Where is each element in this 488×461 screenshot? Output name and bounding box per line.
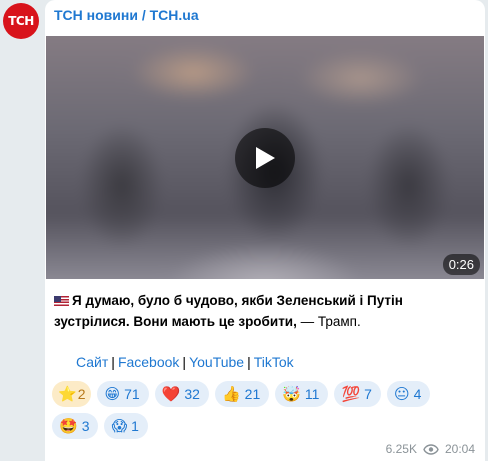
- thumbs-up-icon: 👍: [221, 385, 241, 403]
- thumbs-up-reaction[interactable]: 👍 21: [214, 381, 270, 407]
- channel-avatar[interactable]: ТСН: [3, 3, 39, 39]
- message-bubble: ТСН новини / TCH.ua 0:26 Я думаю, було б…: [45, 0, 485, 461]
- video-preview[interactable]: 0:26: [46, 36, 484, 279]
- star-reaction[interactable]: ⭐ 2: [52, 381, 92, 407]
- eye-icon: [423, 443, 439, 455]
- message-time: 20:04: [444, 442, 475, 456]
- star-icon: ⭐: [58, 385, 77, 403]
- star-struck-reaction[interactable]: 🤩 3: [52, 413, 99, 439]
- channel-name[interactable]: ТСН новини / TCH.ua: [54, 7, 199, 23]
- heart-reaction[interactable]: ❤️ 32: [154, 381, 209, 407]
- grin-icon: 😁: [104, 385, 121, 403]
- message-meta: 6.25K 20:04: [386, 442, 475, 456]
- star-struck-icon: 🤩: [59, 417, 78, 435]
- scream-reaction[interactable]: 😱 1: [104, 413, 148, 439]
- reaction-count: 2: [77, 386, 86, 402]
- link-separator: |: [111, 354, 115, 370]
- play-icon: [256, 147, 275, 169]
- mind-blown-reaction[interactable]: 🤯 11: [275, 381, 329, 407]
- mind-blown-icon: 🤯: [282, 385, 301, 403]
- hundred-reaction[interactable]: 💯 7: [334, 381, 381, 407]
- reaction-count: 1: [131, 418, 139, 434]
- reaction-count: 21: [244, 386, 261, 402]
- video-duration: 0:26: [442, 254, 480, 275]
- us-flag-icon: [54, 296, 69, 306]
- scream-icon: 😱: [111, 417, 128, 435]
- post-text: Я думаю, було б чудово, якби Зеленський …: [54, 290, 482, 332]
- reaction-count: 3: [81, 418, 90, 434]
- reaction-count: 32: [184, 386, 200, 402]
- reaction-count: 4: [413, 386, 422, 402]
- link-youtube[interactable]: YouTube: [189, 354, 244, 370]
- neutral-face-icon: 😐: [393, 385, 410, 403]
- hundred-icon: 💯: [341, 385, 361, 403]
- grin-reaction[interactable]: 😁 71: [97, 381, 149, 407]
- post-attribution: — Трамп.: [296, 314, 361, 329]
- link-tiktok[interactable]: TikTok: [254, 354, 294, 370]
- link-site[interactable]: Сайт: [76, 354, 108, 370]
- neutral-face-reaction[interactable]: 😐 4: [386, 381, 431, 407]
- view-count: 6.25K: [385, 442, 417, 456]
- reaction-count: 11: [304, 386, 320, 402]
- link-separator: |: [182, 354, 187, 370]
- heart-icon: ❤️: [161, 385, 181, 403]
- play-button[interactable]: [235, 128, 295, 188]
- link-separator: |: [247, 354, 251, 370]
- reaction-count: 71: [124, 386, 140, 402]
- links-row: Сайт | Facebook | YouTube | TikTok: [76, 354, 294, 370]
- reactions-bar: ⭐ 2 😁 71 ❤️ 32 👍 21 🤯 11 💯 7 😐 4 🤩 3 😱 1: [52, 381, 482, 439]
- link-facebook[interactable]: Facebook: [118, 354, 179, 370]
- reaction-count: 7: [364, 386, 372, 402]
- avatar-text: ТСН: [8, 14, 34, 28]
